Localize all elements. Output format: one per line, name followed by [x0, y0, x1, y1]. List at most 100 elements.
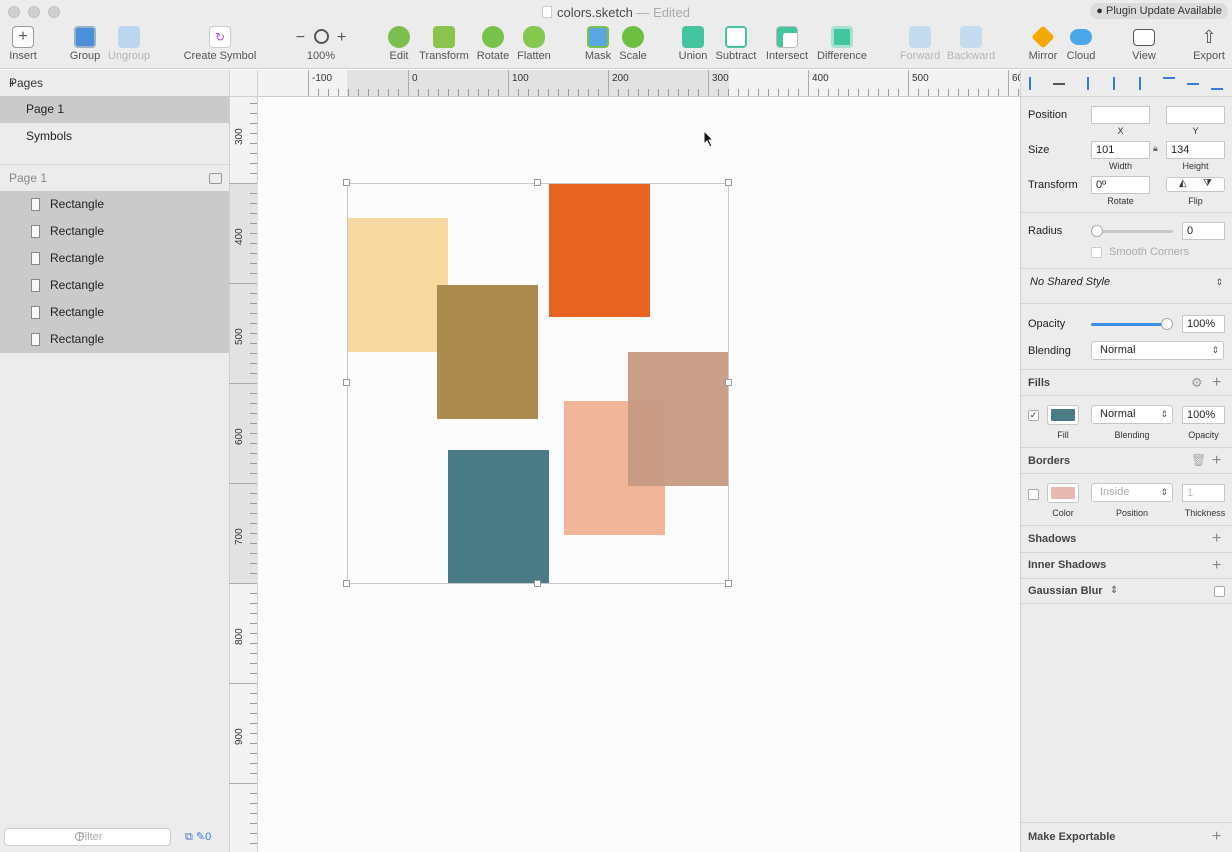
create-symbol-button[interactable]: ↻ Create Symbol: [182, 26, 258, 62]
height-field[interactable]: 134: [1166, 141, 1225, 159]
y-position-field[interactable]: [1166, 106, 1225, 124]
flatten-button[interactable]: Flatten: [516, 26, 552, 62]
layer-item[interactable]: Rectangle: [0, 218, 229, 245]
layer-filter-options[interactable]: ⧉ ✎0: [185, 830, 211, 844]
layer-item[interactable]: Rectangle: [0, 299, 229, 326]
ruler-tick: [250, 213, 257, 214]
difference-button[interactable]: Difference: [815, 26, 869, 62]
opacity-slider-knob[interactable]: [1161, 318, 1173, 330]
fill-blending-select[interactable]: Normal ⇕: [1091, 405, 1173, 424]
resize-handle-left[interactable]: [343, 379, 350, 386]
insert-button[interactable]: + Insert: [6, 26, 40, 62]
add-export-icon[interactable]: +: [1212, 829, 1221, 845]
plugin-update-badge[interactable]: ● Plugin Update Available: [1090, 3, 1228, 19]
zoom-out-button[interactable]: −: [296, 29, 305, 46]
vertical-ruler[interactable]: 300 400 500 600 700 800 900: [229, 97, 258, 852]
flip-horizontal-icon[interactable]: ◭: [1179, 178, 1187, 189]
add-border-icon[interactable]: +: [1212, 453, 1221, 469]
add-page-icon[interactable]: +: [9, 75, 220, 91]
subtract-button[interactable]: Subtract: [714, 26, 758, 62]
trash-icon[interactable]: 🗑︎: [1191, 453, 1206, 467]
layer-item[interactable]: Rectangle: [0, 245, 229, 272]
flip-vertical-icon[interactable]: ⧩: [1203, 178, 1212, 189]
updown-arrows-icon[interactable]: ⇕: [1110, 585, 1118, 596]
smooth-corners-checkbox[interactable]: [1091, 247, 1102, 258]
lock-ratio-icon[interactable]: 🔒︎: [1153, 143, 1158, 154]
intersect-button[interactable]: Intersect: [763, 26, 811, 62]
blending-select[interactable]: Normal ⇕: [1091, 341, 1224, 360]
mirror-button[interactable]: Mirror: [1026, 25, 1060, 62]
layer-item[interactable]: Rectangle: [0, 272, 229, 299]
rotate-field[interactable]: 0º: [1091, 176, 1150, 194]
zoom-in-button[interactable]: +: [337, 29, 346, 46]
layer-item[interactable]: Rectangle: [0, 191, 229, 218]
fill-settings-gear-icon[interactable]: ⚙: [1191, 375, 1203, 391]
forward-button[interactable]: Forward: [898, 26, 942, 62]
page-item-page-1[interactable]: Page 1: [0, 96, 229, 123]
width-field[interactable]: 101: [1091, 141, 1150, 159]
border-color-swatch[interactable]: [1047, 483, 1079, 503]
view-button[interactable]: View: [1128, 26, 1160, 62]
transform-button[interactable]: Transform: [418, 26, 470, 62]
align-right-icon[interactable]: [1139, 77, 1151, 90]
layer-item[interactable]: Rectangle: [0, 326, 229, 353]
resize-handle-bottom-left[interactable]: [343, 580, 350, 587]
zoom-level[interactable]: 100%: [307, 50, 335, 62]
resize-handle-bottom[interactable]: [534, 580, 541, 587]
shared-style-select[interactable]: No Shared Style ⇕: [1023, 274, 1227, 293]
export-button[interactable]: ⇧ Export: [1192, 26, 1226, 62]
union-button[interactable]: Union: [677, 26, 709, 62]
page-item-symbols[interactable]: Symbols: [0, 123, 229, 150]
shadows-section[interactable]: Shadows +: [1021, 525, 1232, 552]
add-shadow-icon[interactable]: +: [1212, 531, 1221, 547]
backward-button[interactable]: Backward: [945, 26, 997, 62]
canvas[interactable]: [258, 97, 1020, 852]
x-position-field[interactable]: [1091, 106, 1150, 124]
align-middle-icon[interactable]: [1187, 83, 1199, 85]
scale-button[interactable]: Scale: [618, 26, 648, 62]
symbols-filter-icon[interactable]: ⧉: [185, 831, 193, 843]
ruler-tick: [948, 89, 949, 96]
border-thickness-field[interactable]: 1: [1182, 484, 1225, 502]
align-top-icon[interactable]: [1163, 77, 1175, 90]
group-button[interactable]: Group: [66, 26, 104, 62]
collapse-layers-icon[interactable]: [209, 173, 222, 184]
distribute-vertical-icon[interactable]: [1053, 83, 1065, 85]
cloud-icon: [1070, 29, 1092, 45]
ungroup-button[interactable]: Ungroup: [106, 26, 152, 62]
distribute-horizontal-icon[interactable]: [1029, 77, 1041, 90]
fill-opacity-field[interactable]: 100%: [1182, 406, 1225, 424]
resize-handle-top[interactable]: [534, 179, 541, 186]
radius-slider[interactable]: [1091, 230, 1173, 233]
resize-handle-bottom-right[interactable]: [725, 580, 732, 587]
cloud-button[interactable]: Cloud: [1064, 26, 1098, 62]
edit-button[interactable]: Edit: [386, 26, 412, 62]
border-position-select[interactable]: Inside ⇕: [1091, 483, 1173, 502]
radius-field[interactable]: 0: [1182, 222, 1225, 240]
inner-shadows-section[interactable]: Inner Shadows +: [1021, 552, 1232, 578]
gaussian-blur-section[interactable]: Gaussian Blur ⇕: [1021, 578, 1232, 604]
add-fill-icon[interactable]: +: [1212, 375, 1221, 391]
resize-handle-top-left[interactable]: [343, 179, 350, 186]
fill-enabled-checkbox[interactable]: ✓: [1028, 410, 1039, 421]
add-inner-shadow-icon[interactable]: +: [1212, 558, 1221, 574]
filter-input[interactable]: Filter: [4, 828, 171, 846]
slice-filter-icon[interactable]: ✎: [196, 831, 205, 843]
gaussian-blur-checkbox[interactable]: [1214, 586, 1225, 597]
mask-button[interactable]: Mask: [583, 26, 613, 62]
edited-status[interactable]: — Edited: [637, 5, 690, 20]
align-center-horizontal-icon[interactable]: [1113, 77, 1125, 90]
opacity-field[interactable]: 100%: [1182, 315, 1225, 333]
resize-handle-top-right[interactable]: [725, 179, 732, 186]
fill-color-swatch[interactable]: [1047, 405, 1079, 425]
border-enabled-checkbox[interactable]: [1028, 489, 1039, 500]
resize-handle-right[interactable]: [725, 379, 732, 386]
align-left-icon[interactable]: [1087, 77, 1099, 90]
make-exportable-section[interactable]: Make Exportable +: [1021, 822, 1232, 852]
borders-title: Borders: [1028, 455, 1071, 467]
radius-slider-knob[interactable]: [1091, 225, 1103, 237]
align-bottom-icon[interactable]: [1211, 77, 1223, 90]
ruler-tick: [508, 70, 509, 96]
rotate-button[interactable]: Rotate: [476, 26, 510, 62]
horizontal-ruler[interactable]: -100 0 100 200 300 400 500 60: [258, 70, 1023, 97]
